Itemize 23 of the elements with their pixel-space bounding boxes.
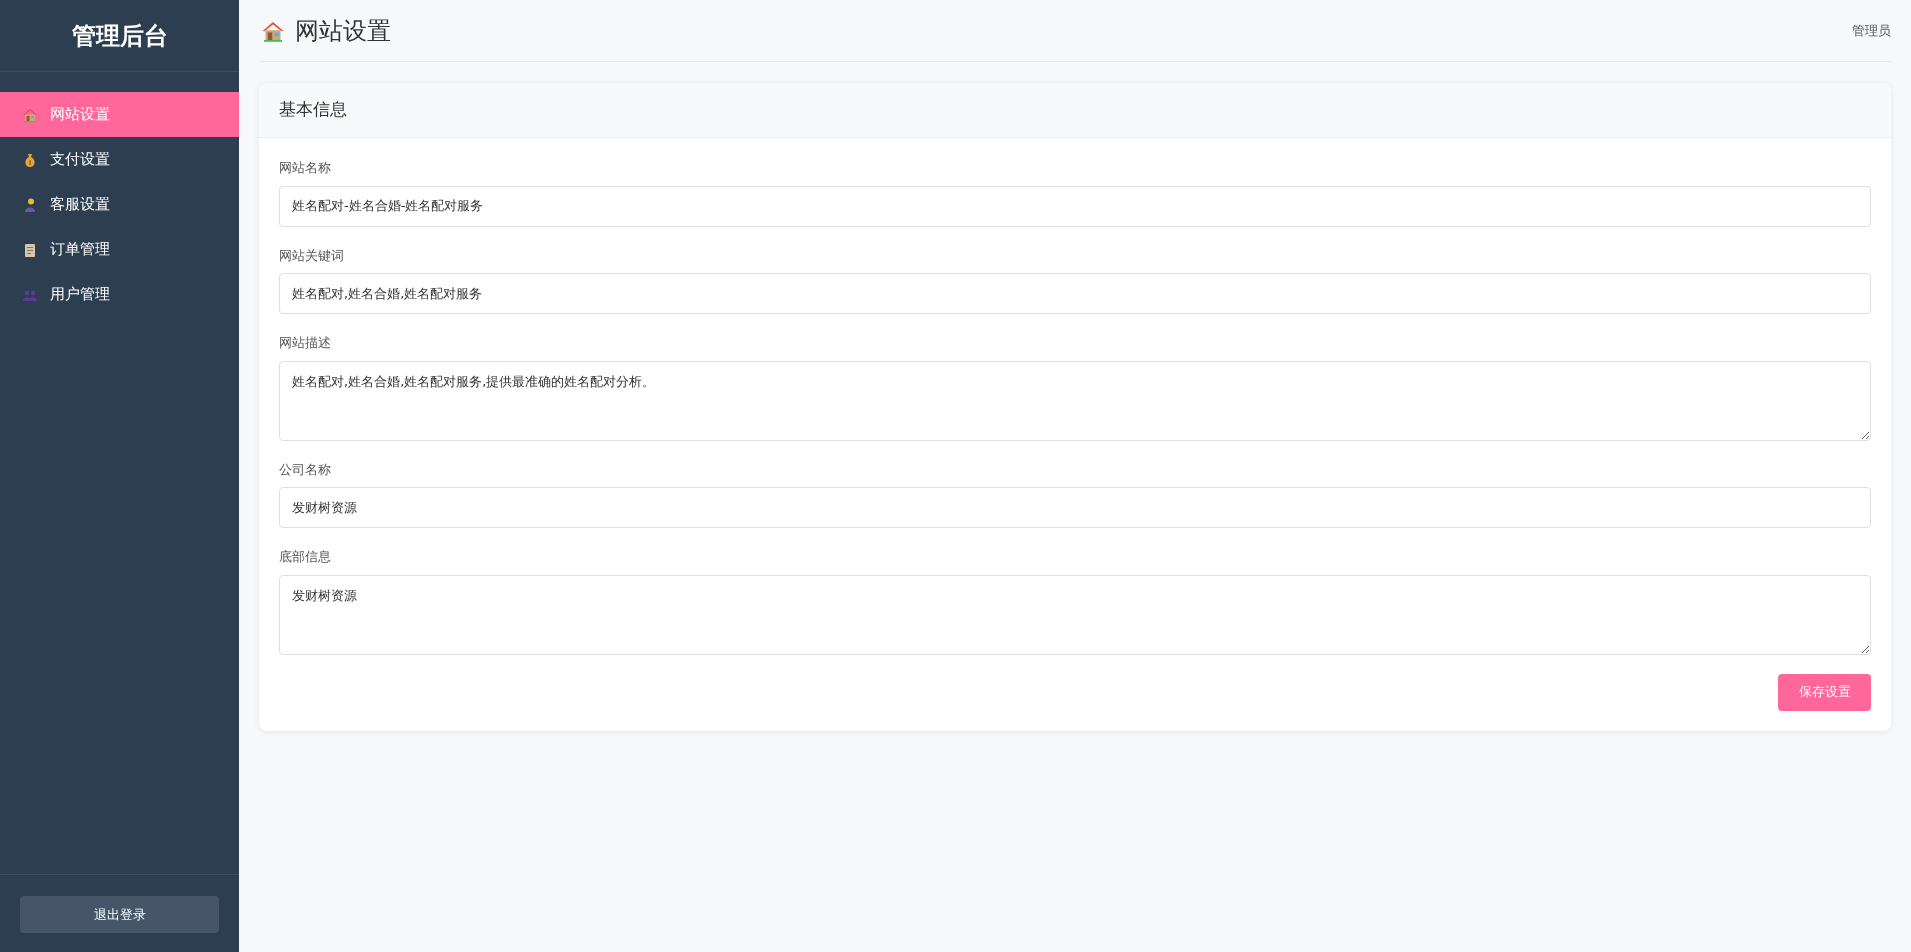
money-bag-icon [22, 151, 38, 168]
sidebar-title: 管理后台 [71, 20, 168, 52]
person-icon [22, 196, 38, 213]
sidebar-item[interactable]: 客服设置 [0, 182, 239, 227]
user-name: 管理员 [1852, 21, 1891, 40]
sidebar-item[interactable]: 订单管理 [0, 227, 239, 272]
text-area[interactable]: 发财树资源 [279, 574, 1871, 655]
sidebar-item[interactable]: 支付设置 [0, 137, 239, 182]
clipboard-icon [22, 241, 38, 258]
house-icon [22, 106, 38, 123]
input-field[interactable]: 姓名配对,姓名合婚,姓名配对服务 [279, 273, 1871, 314]
field-label: 网站关键词 [279, 246, 345, 265]
field-label: 网站描述 [279, 334, 332, 352]
text-area[interactable]: 姓名配对,姓名合婚,姓名配对服务,提供最准确的姓名配对分析。 [279, 360, 1871, 441]
field-label: 网站名称 [279, 159, 332, 177]
field-label: 底部信息 [279, 548, 332, 566]
field-label: 公司名称 [279, 460, 332, 479]
card-title: 基本信息 [279, 98, 347, 122]
input-field[interactable]: 发财树资源 [279, 487, 1871, 528]
page-title: 网站设置 [295, 15, 391, 47]
sidebar-item[interactable]: 用户管理 [0, 272, 239, 317]
logout-button[interactable]: 退出登录 [20, 896, 219, 933]
input-field[interactable]: 姓名配对-姓名合婚-姓名配对服务 [279, 185, 1871, 227]
